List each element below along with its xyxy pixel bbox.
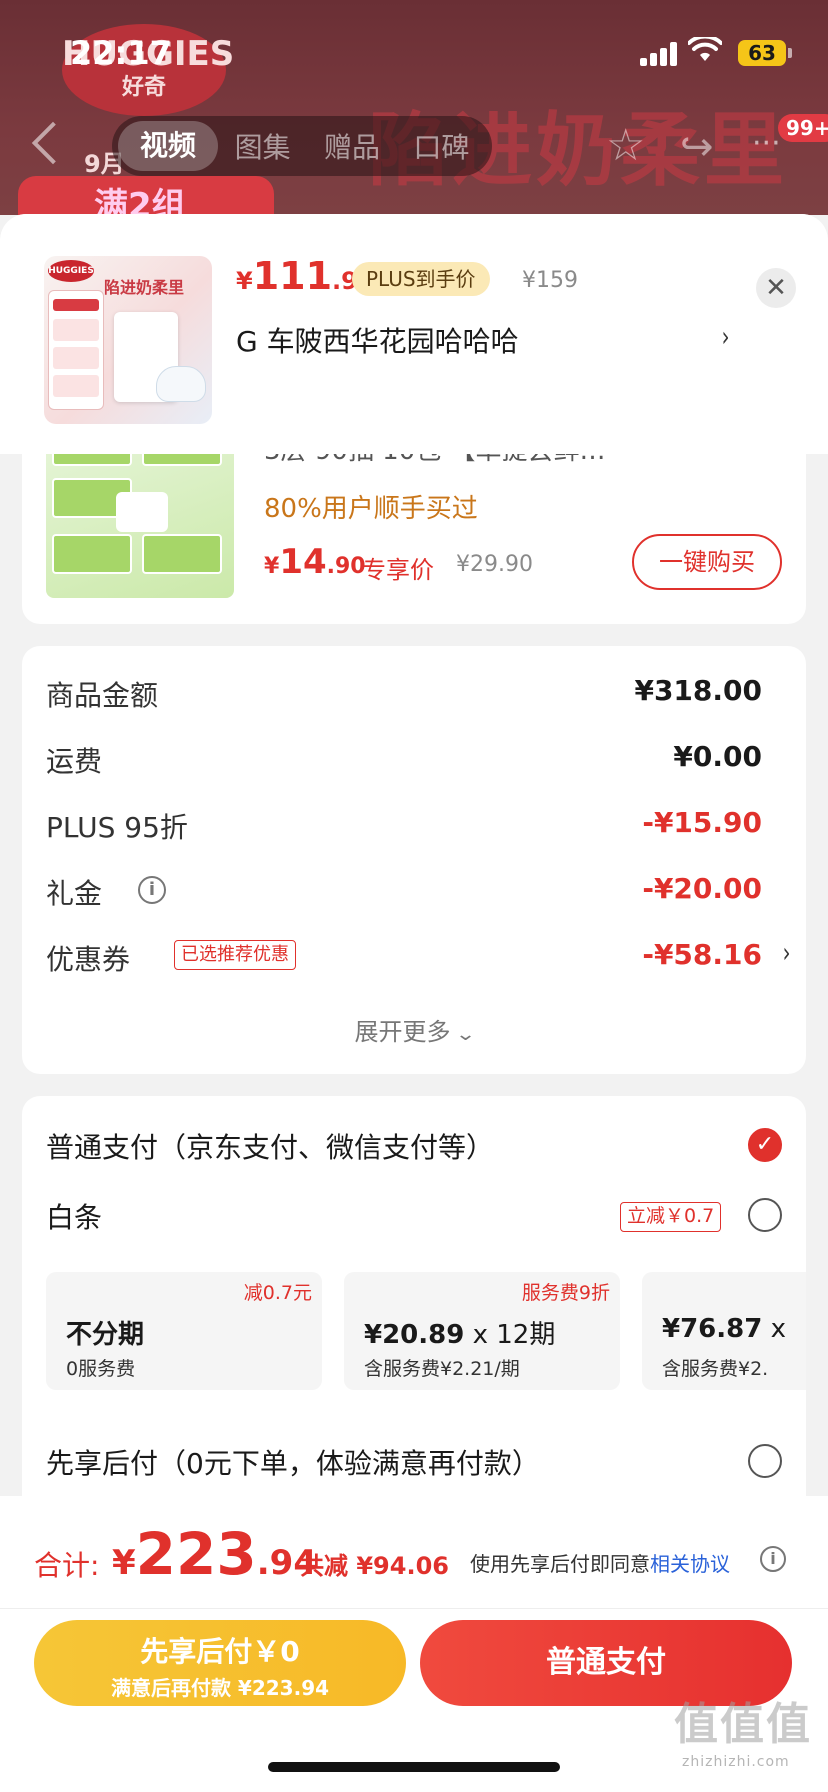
fee-row-shipping: 运费 ¥0.00 (46, 734, 762, 784)
bnpl-radio[interactable] (748, 1444, 782, 1478)
expand-more-label: 展开更多 (354, 1018, 451, 1046)
product-thumbnail: HUGGIES 陷进奶柔里 (44, 256, 212, 424)
coupon-recommended-tag: 已选推荐优惠 (174, 940, 296, 970)
original-price: ¥159 (522, 268, 578, 293)
plan-main: 不分期 (66, 1320, 145, 1350)
favorite-star-icon[interactable]: ☆ (606, 120, 645, 171)
close-button[interactable]: ✕ (756, 268, 796, 308)
watermark-logo: 值值值 (674, 1699, 812, 1750)
message-badge: 99+ (778, 114, 828, 142)
baitiao-radio[interactable] (748, 1198, 782, 1232)
wifi-icon (687, 34, 723, 71)
gift-label: 礼金 (46, 877, 103, 910)
agreement-link[interactable]: 相关协议 (650, 1552, 730, 1576)
thumb-title: 陷进奶柔里 (104, 278, 185, 297)
watermark-url: zhizhizhi.com (682, 1754, 790, 1770)
recommendation-price: ¥14.90 (264, 542, 366, 582)
divider (0, 1608, 828, 1609)
total-discount: 共减 ¥94.06 (300, 1552, 449, 1580)
fee-row-plus: PLUS 95折 -¥15.90 (46, 800, 762, 850)
share-icon[interactable]: ↪ (680, 124, 714, 170)
expand-more-button[interactable]: 展开更多 ⌄ (22, 1012, 806, 1047)
goods-amount-value: ¥318.00 (634, 674, 762, 707)
baitiao-discount-tag: 立减￥0.7 (620, 1202, 722, 1232)
home-indicator[interactable] (268, 1762, 560, 1772)
status-time: 22:17 (70, 34, 172, 72)
one-click-buy-button[interactable]: 一键购买 (632, 534, 782, 590)
plan-tag: 减0.7元 (243, 1282, 312, 1304)
payment-method-card: 普通支付（京东支付、微信支付等） ✓ 白条 立减￥0.7 减0.7元 不分期 0… (22, 1096, 806, 1536)
bnpl-pay-button[interactable]: 先享后付￥0 满意后再付款 ¥223.94 (34, 1620, 406, 1706)
fee-row-gift: 礼金 i -¥20.00 (46, 866, 762, 916)
cellular-signal-icon (640, 42, 680, 66)
back-icon[interactable] (31, 121, 75, 165)
total-label: 合计: (34, 1549, 100, 1582)
delivery-address[interactable]: G 车陂西华花园哈哈哈 (236, 320, 519, 360)
product-header: HUGGIES 陷进奶柔里 ¥111.97 PLUS到手价 ¥159 G 车陂西… (0, 214, 828, 454)
plus-price-tag: PLUS到手价 (352, 262, 490, 296)
thumb-promo-panel (48, 290, 104, 410)
normal-pay-radio-checked[interactable]: ✓ (748, 1128, 782, 1162)
plus-discount-value: -¥15.90 (642, 806, 762, 839)
goods-amount-label: 商品金额 (46, 679, 159, 712)
plan-tag: 服务费9折 (521, 1282, 610, 1304)
more-icon[interactable]: ··· (752, 126, 781, 161)
bottom-action-bar: 合计: ¥223.94 共减 ¥94.06 使用先享后付即同意相关协议 i 先享… (0, 1496, 828, 1792)
plus-discount-label: PLUS 95折 (46, 811, 188, 844)
bnpl-option-label[interactable]: 先享后付（0元下单，体验满意再付款） (46, 1442, 540, 1482)
shipping-label: 运费 (46, 745, 103, 778)
plan-main: ¥20.89 x 12期 (364, 1320, 556, 1350)
exclusive-price-label: 专享价 (362, 556, 434, 584)
shipping-value: ¥0.00 (673, 740, 762, 773)
tab-gallery[interactable]: 图集 (218, 126, 307, 166)
recommendation-bought-rate: 80%用户顺手买过 (264, 494, 478, 524)
status-bar: 22:17 63 (0, 0, 828, 96)
coupon-value: -¥58.16 (642, 938, 762, 971)
media-tabs: 视频 图集 赠品 口碑 (112, 116, 492, 176)
recommendation-original-price: ¥29.90 (456, 552, 533, 577)
bnpl-button-subtitle: 满意后再付款 ¥223.94 (110, 1676, 330, 1700)
gift-value: -¥20.00 (642, 872, 762, 905)
info-icon[interactable]: i (760, 1546, 786, 1572)
info-icon[interactable]: i (138, 876, 166, 904)
agreement-text: 使用先享后付即同意相关协议 (470, 1552, 730, 1576)
tab-reviews[interactable]: 口碑 (397, 126, 486, 166)
baitiao-option-label[interactable]: 白条 (46, 1196, 102, 1236)
total-price: ¥223.94 (112, 1520, 317, 1588)
tab-video[interactable]: 视频 (118, 121, 218, 171)
installment-plan-other[interactable]: ¥76.87 x 含服务费¥2. (642, 1272, 806, 1390)
installment-plan-12[interactable]: 服务费9折 ¥20.89 x 12期 含服务费¥2.21/期 (344, 1272, 620, 1390)
fee-summary-card: 商品金额 ¥318.00 运费 ¥0.00 PLUS 95折 -¥15.90 礼… (22, 646, 806, 1074)
battery-icon: 63 (738, 40, 792, 66)
plan-sub: 含服务费¥2. (662, 1358, 769, 1380)
plan-sub: 0服务费 (66, 1358, 136, 1380)
background-promo: 满2组 (18, 176, 274, 215)
thumb-logo: HUGGIES (48, 260, 94, 282)
fee-row-goods: 商品金额 ¥318.00 (46, 668, 762, 718)
bnpl-button-title: 先享后付￥0 (140, 1635, 300, 1668)
chevron-right-icon[interactable]: › (722, 320, 730, 353)
normal-pay-option-label[interactable]: 普通支付（京东支付、微信支付等） (46, 1126, 494, 1166)
chevron-right-icon[interactable]: › (782, 936, 790, 969)
coupon-label: 优惠券 (46, 943, 131, 976)
installment-plan-none[interactable]: 减0.7元 不分期 0服务费 (46, 1272, 322, 1390)
chevron-down-icon: ⌄ (455, 1024, 477, 1045)
tab-gifts[interactable]: 赠品 (307, 126, 396, 166)
plan-main: ¥76.87 x (662, 1314, 786, 1344)
plan-sub: 含服务费¥2.21/期 (364, 1358, 520, 1380)
fee-row-coupon[interactable]: 优惠券 已选推荐优惠 -¥58.16 › (46, 932, 790, 982)
thumb-diaper (156, 366, 206, 402)
